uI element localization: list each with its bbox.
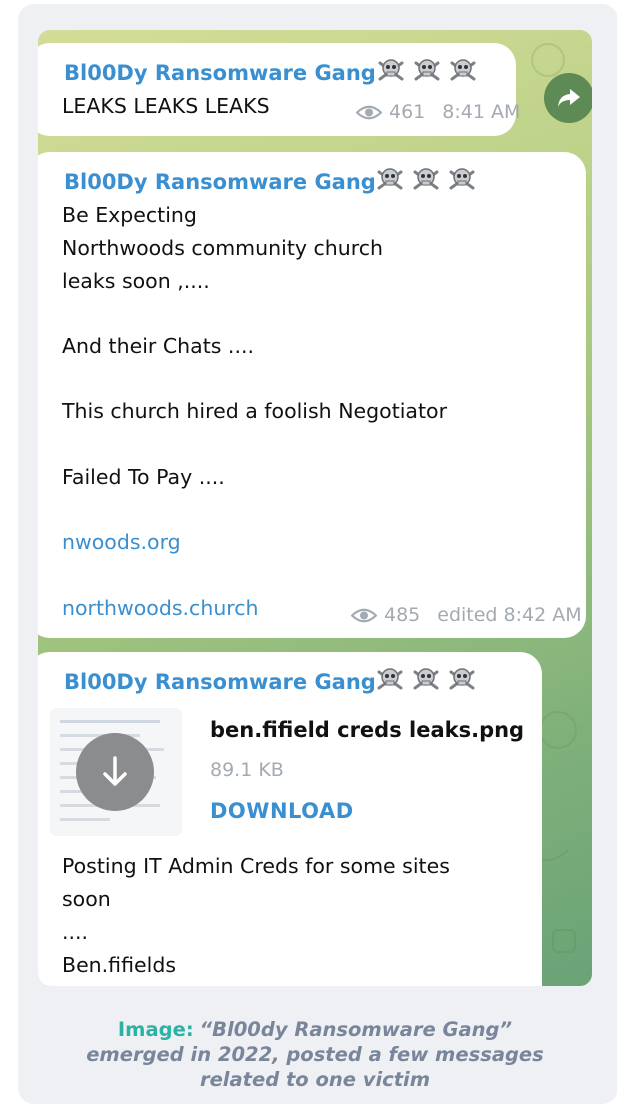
download-circle-button[interactable] <box>76 733 154 811</box>
message-line: .... <box>62 920 89 944</box>
download-arrow-icon <box>103 756 127 786</box>
message-meta: 485 edited 8:42 AM <box>351 604 582 626</box>
skull-crossbones-icon <box>450 59 476 81</box>
skull-emojis <box>375 166 477 192</box>
image-caption: Image: “Bl00dy Ransomware Gang” emerged i… <box>40 1017 590 1092</box>
telegram-chat-view: Bl00Dy Ransomware Gang LEAKS LEAKS LEAKS… <box>38 30 592 986</box>
message-line: Failed To Pay .... <box>62 465 225 489</box>
skull-crossbones-icon <box>413 168 439 190</box>
eye-icon <box>351 608 377 622</box>
eye-icon <box>356 105 382 119</box>
skull-emojis <box>375 666 477 692</box>
view-count: 485 <box>384 604 421 626</box>
message-line: soon <box>62 887 111 911</box>
northwoods-church-link[interactable]: northwoods.church <box>62 592 259 625</box>
skull-crossbones-icon <box>377 168 403 190</box>
download-button[interactable]: DOWNLOAD <box>210 799 354 823</box>
message-bubble[interactable]: Bl00Dy Ransomware Gang ben.fifield creds… <box>38 652 542 986</box>
sender-name[interactable]: Bl00Dy Ransomware Gang <box>64 670 376 694</box>
message-line: Posting IT Admin Creds for some sites <box>62 854 450 878</box>
file-name: ben.fifield creds leaks.png <box>210 718 525 742</box>
forward-arrow-icon <box>558 89 580 107</box>
view-count: 461 <box>389 101 426 123</box>
message-text: LEAKS LEAKS LEAKS <box>62 94 270 118</box>
file-size: 89.1 KB <box>210 759 284 781</box>
message-line: Northwoods community church <box>62 236 384 260</box>
nwoods-link[interactable]: nwoods.org <box>62 526 181 559</box>
caption-line: related to one victim <box>199 1068 431 1091</box>
skull-crossbones-icon <box>378 59 404 81</box>
message-line: And their Chats .... <box>62 334 254 358</box>
skull-crossbones-icon <box>449 668 475 690</box>
message-bubble[interactable]: Bl00Dy Ransomware Gang Be Expecting Nort… <box>38 152 586 638</box>
sender-name[interactable]: Bl00Dy Ransomware Gang <box>64 170 376 194</box>
skull-crossbones-icon <box>449 168 475 190</box>
forward-button[interactable] <box>544 73 592 123</box>
message-line: This church hired a foolish Negotiator <box>62 399 447 423</box>
message-line: Be Expecting <box>62 203 197 227</box>
message-time: edited 8:42 AM <box>437 604 582 626</box>
skull-crossbones-icon <box>377 668 403 690</box>
message-line: leaks soon ,.... <box>62 269 210 293</box>
message-line: Ben.fifields <box>62 953 177 977</box>
message-bubble[interactable]: Bl00Dy Ransomware Gang LEAKS LEAKS LEAKS… <box>38 43 520 136</box>
skull-emojis <box>376 57 478 83</box>
skull-crossbones-icon <box>414 59 440 81</box>
message-meta: 461 8:41 AM <box>356 101 520 123</box>
caption-label: Image: <box>117 1018 194 1041</box>
message-time: 8:41 AM <box>442 101 521 123</box>
caption-line: emerged in 2022, posted a few messages <box>86 1043 544 1066</box>
caption-line: “Bl00dy Ransomware Gang” <box>199 1018 513 1041</box>
skull-crossbones-icon <box>413 668 439 690</box>
sender-name[interactable]: Bl00Dy Ransomware Gang <box>64 61 376 85</box>
